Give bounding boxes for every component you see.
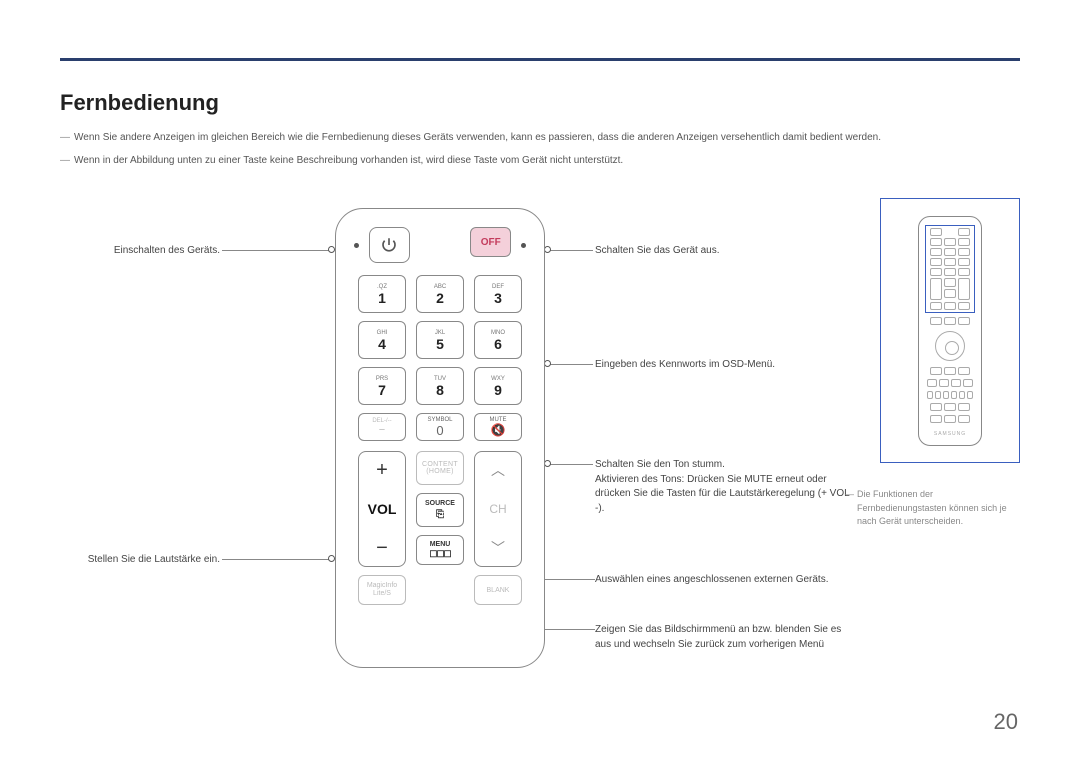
blank-button: BLANK bbox=[474, 575, 522, 605]
menu-icon: ☐☐☐ bbox=[429, 549, 450, 560]
callout-menu: Zeigen Sie das Bildschirmmenü an bzw. bl… bbox=[595, 623, 855, 652]
del-button: DEL-/--− bbox=[358, 413, 406, 441]
callout-power-off: Schalten Sie das Gerät aus. bbox=[595, 244, 855, 259]
mini-highlight-section bbox=[925, 225, 975, 313]
mute-button: MUTE🔇 bbox=[474, 413, 522, 441]
sidebar-remote-overview: SAMSUNG bbox=[880, 198, 1020, 463]
menu-button: MENU ☐☐☐ bbox=[416, 535, 464, 565]
plus-icon: + bbox=[376, 460, 388, 480]
keypad-5: JKL5 bbox=[416, 321, 464, 359]
volume-rocker: + VOL − bbox=[358, 451, 406, 567]
keypad-3: DEF3 bbox=[474, 275, 522, 313]
leader-line bbox=[548, 364, 593, 365]
intro-note-text: Wenn in der Abbildung unten zu einer Tas… bbox=[74, 153, 623, 168]
callout-volume: Stellen Sie die Lautstärke ein. bbox=[60, 553, 220, 568]
channel-rocker: ︿ CH ﹀ bbox=[474, 451, 522, 567]
content-home-button: CONTENT (HOME) bbox=[416, 451, 464, 485]
power-icon bbox=[380, 236, 398, 254]
callout-keypad: Eingeben des Kennworts im OSD-Menü. bbox=[595, 358, 855, 373]
sidebar-note-text: Die Funktionen der Fernbedienungstasten … bbox=[857, 488, 1020, 529]
leader-dot bbox=[328, 246, 335, 253]
vol-label: VOL bbox=[368, 501, 397, 517]
sidebar-note: ― Die Funktionen der Fernbedienungstaste… bbox=[845, 488, 1020, 529]
keypad-7: PRS7 bbox=[358, 367, 406, 405]
chevron-up-icon: ︿ bbox=[491, 460, 505, 480]
mini-remote: SAMSUNG bbox=[918, 216, 982, 446]
keypad-4: GHI4 bbox=[358, 321, 406, 359]
leader-line bbox=[222, 559, 330, 560]
leader-line bbox=[222, 250, 330, 251]
ir-dot bbox=[354, 243, 359, 248]
keypad-1: .QZ1 bbox=[358, 275, 406, 313]
keypad-6: MNO6 bbox=[474, 321, 522, 359]
source-button: SOURCE ⎘ bbox=[416, 493, 464, 527]
intro-note: ― Wenn in der Abbildung unten zu einer T… bbox=[60, 153, 1020, 168]
power-button bbox=[369, 227, 410, 263]
minus-icon: − bbox=[376, 538, 388, 558]
intro-note-text: Wenn Sie andere Anzeigen im gleichen Ber… bbox=[74, 130, 881, 145]
mute-icon: 🔇 bbox=[491, 423, 506, 437]
remote-illustration: OFF .QZ1 ABC2 DEF3 GHI4 JKL5 MNO6 PRS7 T… bbox=[335, 208, 545, 668]
leader-dot bbox=[544, 246, 551, 253]
page-number: 20 bbox=[994, 709, 1018, 735]
leader-line bbox=[548, 464, 593, 465]
off-button: OFF bbox=[470, 227, 511, 257]
chevron-down-icon: ﹀ bbox=[491, 538, 505, 558]
intro-note: ― Wenn Sie andere Anzeigen im gleichen B… bbox=[60, 130, 1020, 145]
ch-label: CH bbox=[489, 502, 506, 516]
leader-dot bbox=[328, 555, 335, 562]
leader-dot bbox=[544, 460, 551, 467]
mini-dpad bbox=[935, 331, 965, 361]
keypad-0: SYMBOL0 bbox=[416, 413, 464, 441]
keypad-8: TUV8 bbox=[416, 367, 464, 405]
page-top-rule bbox=[60, 58, 1020, 61]
magicinfo-button: MagicInfo Lite/S bbox=[358, 575, 406, 605]
off-label: OFF bbox=[481, 237, 501, 248]
callout-power-on: Einschalten des Geräts. bbox=[60, 244, 220, 259]
dash-icon: ― bbox=[845, 488, 857, 529]
leader-line bbox=[548, 250, 593, 251]
callout-source: Auswählen eines angeschlossenen externen… bbox=[595, 573, 855, 588]
keypad-9: WXY9 bbox=[474, 367, 522, 405]
keypad-2: ABC2 bbox=[416, 275, 464, 313]
dash-icon: ― bbox=[60, 130, 74, 145]
callout-mute: Schalten Sie den Ton stumm. Aktivieren d… bbox=[595, 458, 855, 516]
leader-dot bbox=[544, 360, 551, 367]
ir-dot bbox=[521, 243, 526, 248]
source-icon: ⎘ bbox=[436, 509, 444, 520]
dash-icon: ― bbox=[60, 153, 74, 168]
brand-label: SAMSUNG bbox=[934, 431, 966, 437]
page-title: Fernbedienung bbox=[60, 90, 1020, 116]
